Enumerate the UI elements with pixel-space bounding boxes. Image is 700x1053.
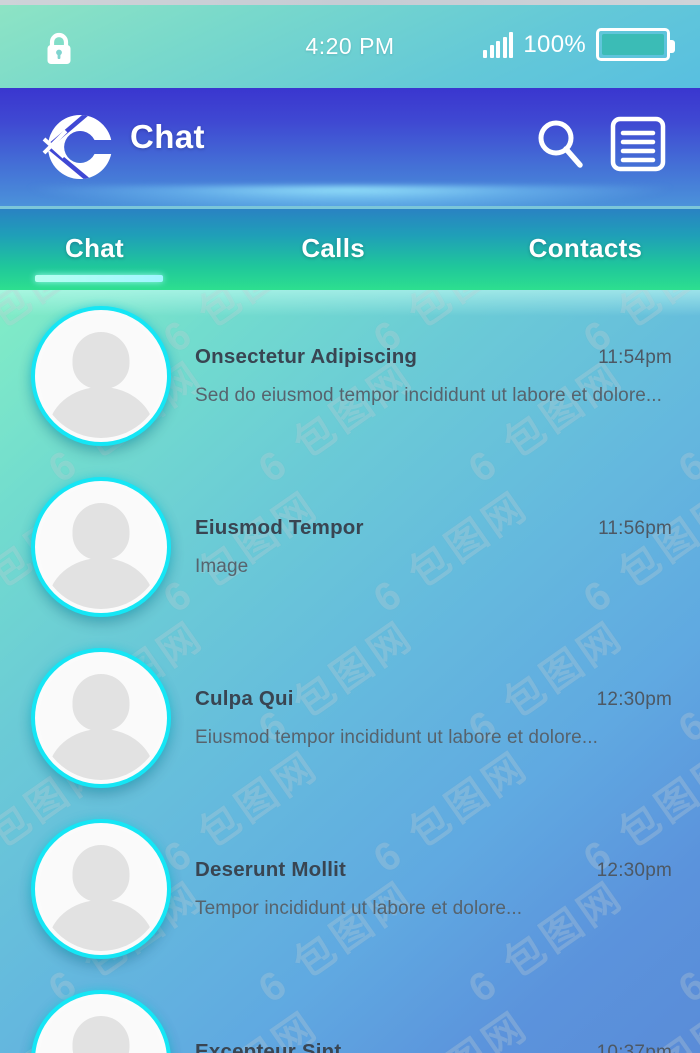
- app-logo-icon: [42, 109, 118, 185]
- avatar: [31, 989, 171, 1053]
- message-preview: Tempor incididunt ut labore et dolore...: [195, 897, 523, 919]
- tab-calls-label: Calls: [301, 232, 365, 263]
- phone-screen: 4:20 PM 100% Chat Chat Calls Contacts 6 …: [0, 0, 700, 1053]
- list-item[interactable]: Eiusmod Tempor 11:56pm Image: [0, 461, 700, 632]
- tab-calls[interactable]: Calls: [233, 206, 466, 290]
- tab-chat-label: Chat: [65, 232, 124, 263]
- app-header: Chat: [0, 88, 700, 206]
- contact-name: Deserunt Mollit: [195, 857, 347, 881]
- list-item[interactable]: Culpa Qui 12:30pm Eiusmod tempor incidid…: [0, 632, 700, 803]
- list-item[interactable]: Excepteur Sint 10:37pm: [0, 974, 700, 1053]
- contact-name: Onsectetur Adipiscing: [195, 344, 418, 368]
- avatar: [31, 647, 171, 788]
- message-time: 11:56pm: [598, 517, 672, 539]
- avatar: [31, 476, 171, 617]
- menu-list-icon[interactable]: [610, 116, 666, 177]
- contact-name: Eiusmod Tempor: [195, 515, 364, 539]
- message-time: 11:54pm: [598, 346, 672, 368]
- chat-list[interactable]: 6 包图网6 包图网6 包图网6 包图网6 包图网6 包图网6 包图网6 包图网…: [0, 290, 700, 1053]
- contact-name: Excepteur Sint: [195, 1039, 342, 1053]
- status-bar: 4:20 PM 100%: [0, 0, 700, 88]
- contact-name: Culpa Qui: [195, 686, 294, 710]
- message-time: 10:37pm: [596, 1041, 672, 1053]
- message-preview: Image: [195, 555, 249, 577]
- message-time: 12:30pm: [596, 688, 672, 710]
- page-title: Chat: [130, 118, 205, 155]
- message-preview: Eiusmod tempor incididunt ut labore et d…: [195, 726, 598, 748]
- list-item[interactable]: Onsectetur Adipiscing 11:54pm Sed do eiu…: [0, 290, 700, 461]
- message-time: 12:30pm: [596, 859, 672, 881]
- tab-contacts-label: Contacts: [528, 232, 643, 263]
- tab-chat[interactable]: Chat: [0, 206, 233, 290]
- header-actions: [534, 116, 666, 177]
- tab-bar: Chat Calls Contacts: [0, 206, 700, 290]
- list-item[interactable]: Deserunt Mollit 12:30pm Tempor incididun…: [0, 803, 700, 974]
- battery-full-icon: [596, 28, 675, 61]
- signal-bars-icon: [483, 31, 514, 58]
- status-right-group: 100%: [483, 28, 675, 61]
- tab-active-indicator: [35, 275, 163, 282]
- search-icon[interactable]: [534, 117, 586, 176]
- message-preview: Sed do eiusmod tempor incididunt ut labo…: [195, 384, 663, 406]
- avatar: [31, 818, 171, 959]
- battery-percent-label: 100%: [523, 30, 586, 58]
- avatar: [31, 305, 171, 446]
- tab-contacts[interactable]: Contacts: [467, 206, 700, 290]
